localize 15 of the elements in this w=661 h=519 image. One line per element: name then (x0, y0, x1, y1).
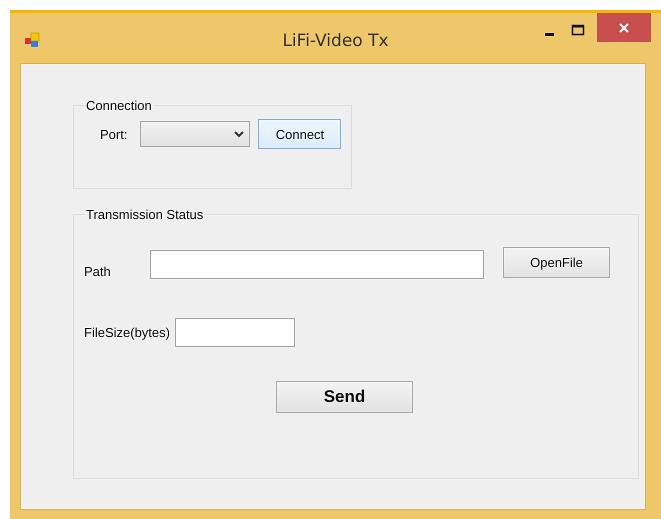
open-file-button[interactable]: OpenFile (503, 247, 610, 278)
file-size-label: FileSize(bytes) (84, 325, 170, 340)
close-button[interactable] (597, 13, 651, 42)
connect-button[interactable]: Connect (258, 119, 342, 149)
path-field[interactable] (150, 250, 484, 279)
close-icon (618, 22, 630, 34)
window-title: LiFi-Video Tx (282, 31, 389, 51)
port-label: Port: (100, 126, 128, 142)
send-button[interactable]: Send (276, 381, 413, 413)
path-label: Path (84, 264, 112, 279)
chevron-down-icon (234, 130, 244, 138)
group-title: Transmission Status (85, 207, 204, 222)
app-icon (24, 32, 40, 48)
group-title: Connection (85, 98, 153, 113)
file-size-field[interactable] (174, 318, 295, 347)
